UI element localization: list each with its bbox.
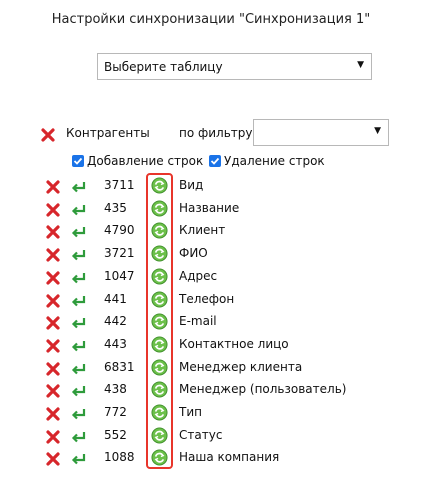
delete-x-icon[interactable] [46,452,60,466]
field-label: Тип [179,405,202,419]
field-id: 441 [104,291,127,306]
field-row: 3711 Вид [0,175,422,197]
field-id: 552 [104,427,127,442]
enter-arrow-icon[interactable] [71,271,87,285]
field-row: 443 Контактное лицо [0,334,422,356]
delete-x-icon[interactable] [46,339,60,353]
delete-x-icon[interactable] [46,384,60,398]
field-row: 438 Менеджер (пользователь) [0,379,422,401]
field-label: Менеджер клиента [179,359,303,374]
delete-x-icon[interactable] [41,128,55,142]
field-id: 6831 [104,359,135,374]
field-label: Название [179,200,240,215]
table-select[interactable]: Выберите таблицу ▼ [97,53,372,80]
field-row: 1088 Наша компания [0,447,422,469]
field-label: Адрес [179,268,218,283]
field-id: 435 [104,200,127,215]
filter-label: по фильтру [179,126,253,140]
field-id: 1088 [104,450,135,465]
page-title: Настройки синхронизации "Синхронизация 1… [51,12,371,27]
field-label: Менеджер (пользователь) [179,382,347,397]
enter-arrow-icon[interactable] [71,294,87,308]
field-label: Наша компания [179,450,280,465]
table-name: Контрагенты [66,126,150,140]
options-row: Добавление строк Удаление строк [0,154,422,172]
delete-x-icon[interactable] [46,430,60,444]
sync-column-highlight [146,173,173,469]
delete-x-icon[interactable] [46,248,60,262]
enter-arrow-icon[interactable] [71,407,87,421]
delete-x-icon[interactable] [46,180,60,194]
enter-arrow-icon[interactable] [71,248,87,262]
enter-arrow-icon[interactable] [71,339,87,353]
enter-arrow-icon[interactable] [71,225,87,239]
field-id: 442 [104,314,127,329]
field-row: 772 Тип [0,402,422,424]
enter-arrow-icon[interactable] [71,180,87,194]
field-id: 772 [104,405,127,419]
field-row: 6831 Менеджер клиента [0,357,422,379]
delete-x-icon[interactable] [46,316,60,330]
enter-arrow-icon[interactable] [71,316,87,330]
field-row: 1047 Адрес [0,266,422,288]
checkbox-checked-icon[interactable] [72,155,84,167]
enter-arrow-icon[interactable] [71,362,87,376]
filter-select[interactable]: ▼ [253,119,389,146]
field-row: 552 Статус [0,425,422,447]
field-id: 4790 [104,223,135,238]
field-label: Телефон [179,291,235,306]
dropdown-arrow-icon: ▼ [357,60,364,70]
delete-x-icon[interactable] [46,271,60,285]
delete-x-icon[interactable] [46,225,60,239]
enter-arrow-icon[interactable] [71,384,87,398]
field-label: Контактное лицо [179,336,289,351]
delete-rows-label: Удаление строк [224,154,325,168]
field-row: 3721 ФИО [0,243,422,265]
field-id: 438 [104,382,127,397]
delete-x-icon[interactable] [46,203,60,217]
delete-rows-checkbox[interactable]: Удаление строк [209,154,325,168]
field-row: 4790 Клиент [0,220,422,242]
dropdown-arrow-icon: ▼ [374,126,381,136]
table-header-row: Контрагенты по фильтру ▼ [0,118,422,148]
field-label: Вид [179,178,204,192]
delete-x-icon[interactable] [46,407,60,421]
field-row: 441 Телефон [0,289,422,311]
field-label: ФИО [179,246,208,261]
field-id: 443 [104,336,127,351]
field-label: E-mail [179,314,217,329]
enter-arrow-icon[interactable] [71,203,87,217]
delete-x-icon[interactable] [46,361,60,376]
add-rows-label: Добавление строк [87,154,204,168]
field-label: Статус [179,427,223,442]
delete-x-icon[interactable] [46,293,60,308]
add-rows-checkbox[interactable]: Добавление строк [72,154,203,168]
enter-arrow-icon[interactable] [71,430,87,444]
field-row: 435 Название [0,198,422,220]
field-id: 3721 [104,246,135,261]
checkbox-checked-icon[interactable] [209,155,221,167]
field-row: 442 E-mail [0,311,422,333]
field-id: 1047 [104,268,135,283]
field-label: Клиент [179,223,226,238]
field-id: 3711 [104,178,135,192]
enter-arrow-icon[interactable] [71,452,87,466]
table-select-value: Выберите таблицу [104,60,223,74]
